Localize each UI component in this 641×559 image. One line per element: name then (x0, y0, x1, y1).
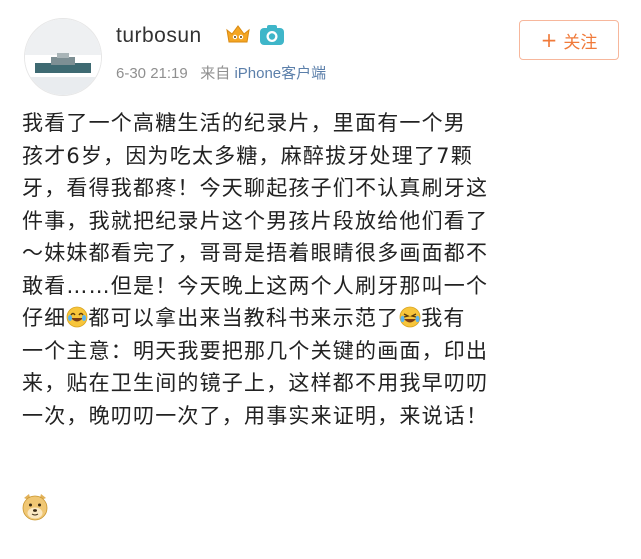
follow-button[interactable]: + 关注 (519, 20, 619, 60)
post-line: 我看了一个高糖生活的纪录片，里面有一个男 (22, 111, 466, 135)
source-prefix: 来自 (200, 65, 231, 82)
camera-icon[interactable] (259, 24, 285, 46)
username[interactable]: turbosun (116, 24, 202, 48)
post-line: 敢看……但是！今天晚上这两个人刷牙那叫一个 (22, 273, 489, 298)
doge-icon (20, 492, 50, 522)
post-text: 我看了一个高糖生活的纪录片，里面有一个男 孩才6岁，因为吃太多糖，麻醉拔牙处理了… (22, 107, 622, 432)
weibo-post-card: turbosun 6-30 21:19 来自 iPhone客户端 + 关注 我看… (0, 0, 641, 559)
post-text-fragment: 都可以拿出来当教科书来示范了 (88, 306, 400, 330)
source-link[interactable]: iPhone客户端 (234, 65, 326, 82)
post-text-fragment: 仔细 (22, 306, 67, 330)
post-line: 牙，看得我都疼！今天聊起孩子们不认真刷牙这 (22, 176, 489, 200)
vip-crown-icon[interactable] (225, 24, 251, 46)
plus-icon: + (540, 28, 558, 52)
follow-label: 关注 (563, 32, 598, 53)
post-line: 来，贴在卫生间的镜子上，这样都不用我早叨叨 (22, 371, 489, 395)
user-avatar[interactable] (24, 18, 102, 96)
post-line: 孩才6岁，因为吃太多糖，麻醉拔牙处理了7颗 (22, 143, 473, 168)
post-line: 仔细 都可以拿出来当教科书来示范了 我有 (22, 302, 622, 335)
post-meta: 6-30 21:19 来自 iPhone客户端 (116, 62, 326, 83)
post-text-fragment: 我有 (421, 306, 466, 330)
post-line: 件事，我就把纪录片这个男孩片段放给他们看了 (22, 208, 489, 233)
crying-laugh-icon (66, 306, 88, 328)
post-line: 一次，晚叨叨一次了，用事实来证明，来说话！ (22, 403, 489, 428)
laugh-tears-icon (399, 306, 421, 328)
post-line: 一个主意：明天我要把那几个关键的画面，印出 (22, 338, 489, 363)
post-line: ～妹妹都看完了，哥哥是捂着眼睛很多画面都不 (22, 241, 489, 265)
post-time: 6-30 21:19 (116, 65, 188, 82)
